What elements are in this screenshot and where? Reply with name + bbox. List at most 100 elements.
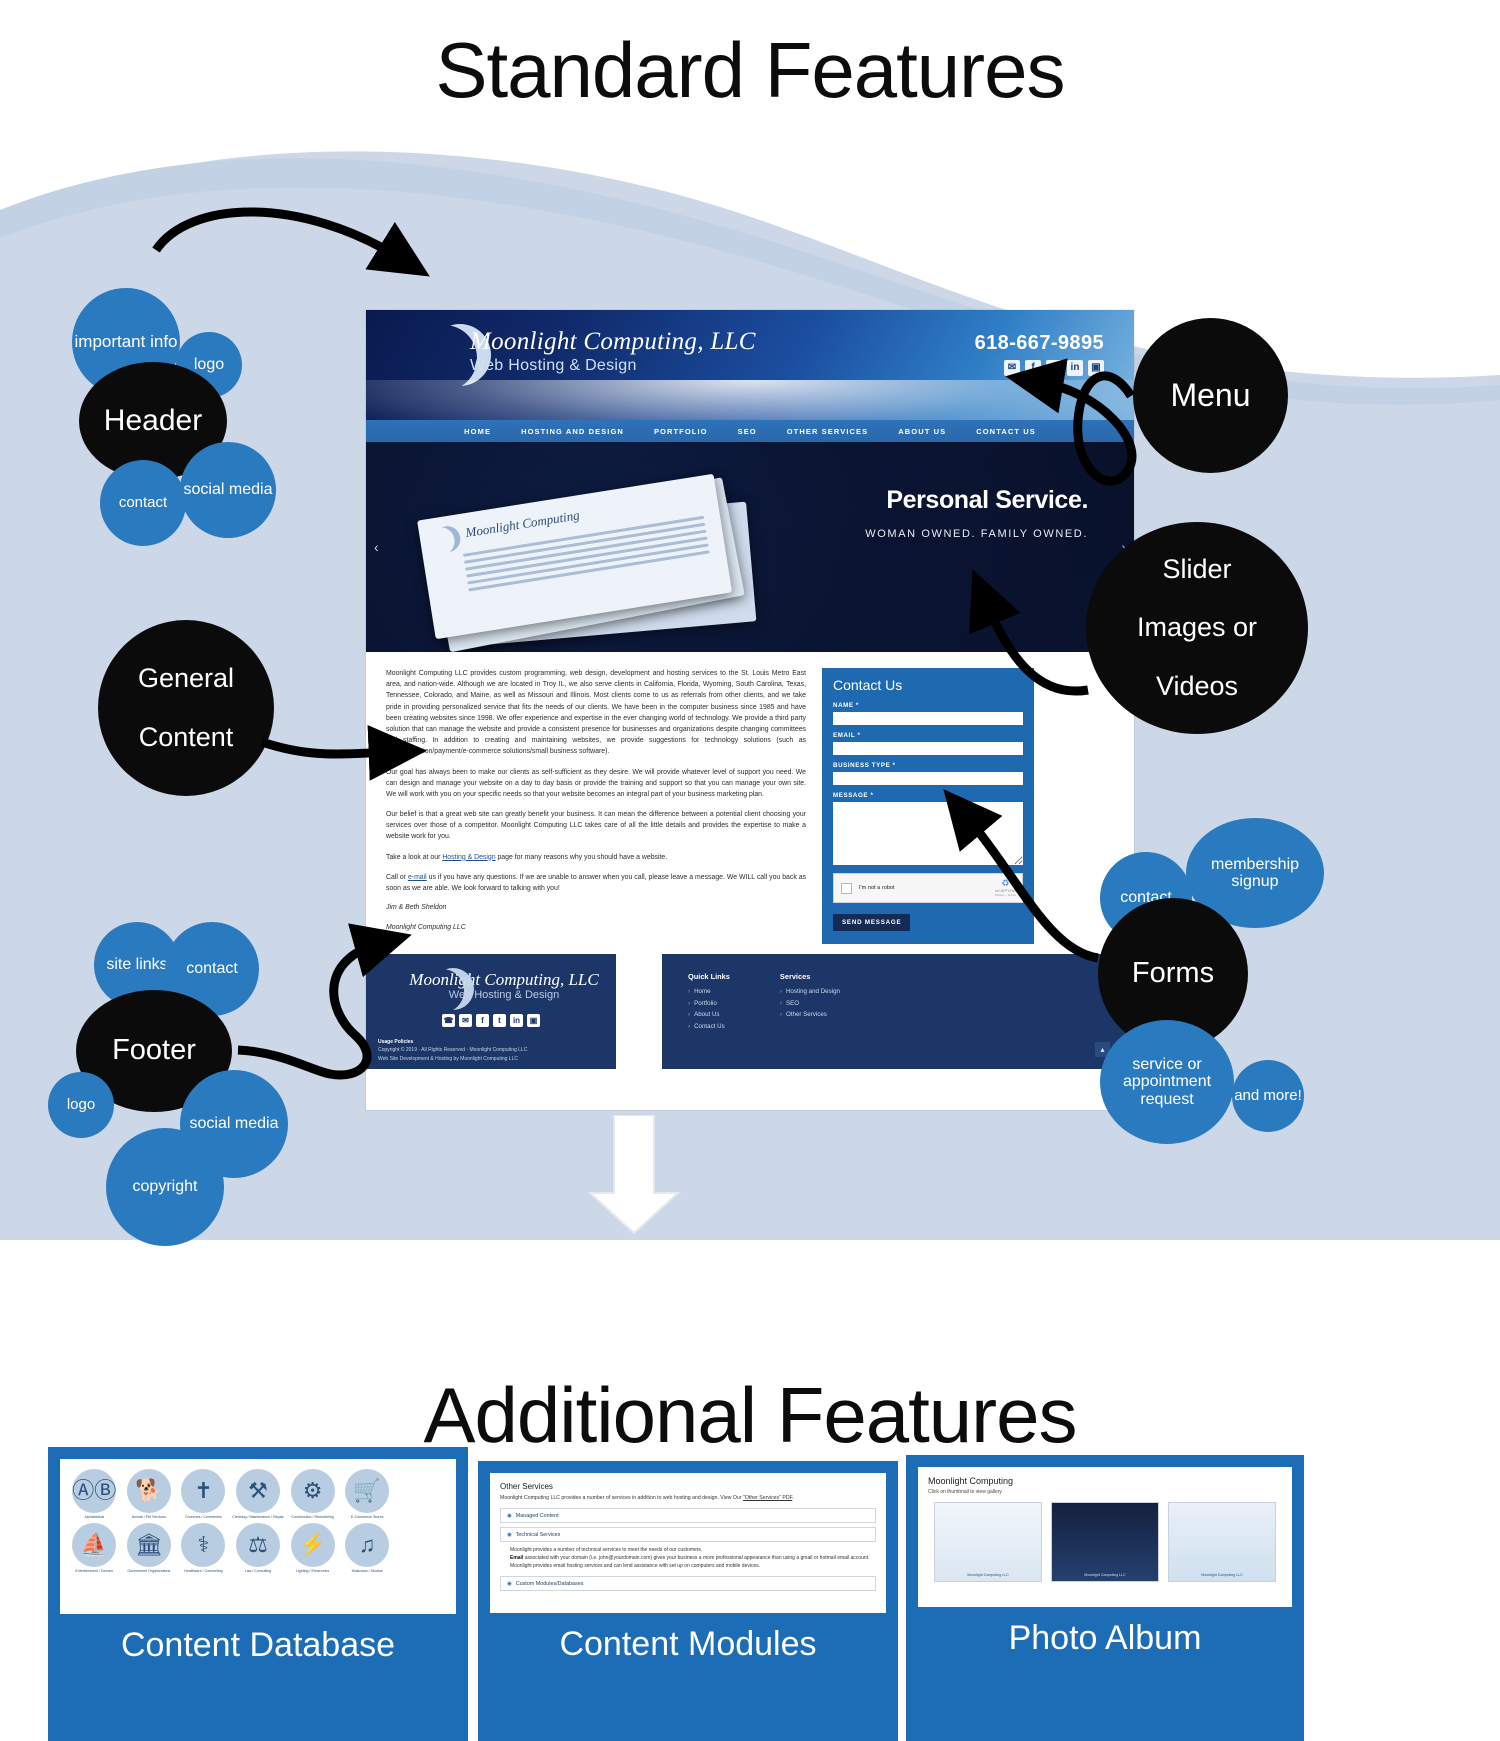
- send-message-button[interactable]: SEND MESSAGE: [833, 914, 911, 931]
- site-footer: Moonlight Computing, LLC Web Hosting & D…: [366, 954, 1134, 1069]
- business-type-input[interactable]: [833, 772, 1023, 785]
- icon-cell-churches-cemeteries[interactable]: ✝ Churches / Cemeteries: [177, 1469, 230, 1519]
- bubble-label: Footer: [112, 1034, 196, 1067]
- quick-link-about-us[interactable]: About Us: [688, 1011, 730, 1018]
- email-icon[interactable]: ✉: [459, 1014, 472, 1027]
- hosting-design-link[interactable]: Hosting & Design: [442, 854, 495, 861]
- icon-cell-entertainment-tourism[interactable]: ⛵ Entertainment / Tourism: [68, 1523, 121, 1573]
- linkedin-icon[interactable]: in: [1067, 360, 1083, 376]
- module-row-managed-content[interactable]: ◉ Managed Content: [500, 1508, 876, 1523]
- recaptcha-terms[interactable]: Privacy - Terms: [995, 893, 1016, 897]
- footer-links-block: Quick Links Home Portfolio About Us Cont…: [662, 954, 1134, 1069]
- facebook-icon[interactable]: f: [476, 1014, 489, 1027]
- facebook-icon[interactable]: f: [1025, 360, 1041, 376]
- icon-cell-musicians-studios[interactable]: ♫ Musicians / Studios: [341, 1523, 394, 1573]
- icon-cell-construction-remodeling[interactable]: ⚙ Construction / Remodeling: [286, 1469, 339, 1519]
- phone-icon[interactable]: ☎: [442, 1014, 455, 1027]
- recaptcha-checkbox[interactable]: [841, 882, 852, 894]
- icon-cell-ecommerce-stores[interactable]: 🛒 E-Commerce Stores: [341, 1469, 394, 1519]
- name-input[interactable]: [833, 712, 1023, 725]
- twitter-icon[interactable]: t: [1046, 360, 1062, 376]
- twitter-icon[interactable]: t: [493, 1014, 506, 1027]
- nav-item-other-services[interactable]: OTHER SERVICES: [787, 427, 869, 436]
- other-services-title: Other Services: [500, 1482, 553, 1491]
- icon-cell-government-organizations[interactable]: 🏛 Government Organizations: [123, 1523, 176, 1573]
- email-icon[interactable]: ✉: [1004, 360, 1020, 376]
- bubble-social-media: social media: [180, 442, 276, 538]
- bubble-label: and more!: [1234, 1086, 1302, 1104]
- brand-name: Moonlight Computing, LLC: [470, 328, 756, 355]
- feature-content-modules: Other Services Moonlight Computing LLC p…: [478, 1461, 898, 1741]
- services-title: Services: [779, 972, 811, 981]
- bubble-label: important info: [74, 331, 178, 351]
- other-services-pdf-link[interactable]: "Other Services" PDF: [743, 1495, 792, 1501]
- thumbnail-caption: Moonlight Computing LLC: [1201, 1573, 1243, 1577]
- photo-thumbnail-1[interactable]: Moonlight Computing LLC: [934, 1502, 1042, 1582]
- scales-icon: ⚖: [248, 1532, 268, 1557]
- usage-policies-link[interactable]: Usage Policies: [378, 1039, 413, 1045]
- name-label: NAME *: [833, 702, 859, 709]
- header-social-links[interactable]: ✉ f t in ▣: [1004, 360, 1104, 376]
- bubble-label-line2: Content: [138, 721, 234, 752]
- bullet-icon: ◉: [507, 1531, 512, 1538]
- nav-item-about-us[interactable]: ABOUT US: [898, 427, 946, 436]
- site-navigation[interactable]: HOME HOSTING AND DESIGN PORTFOLIO SEO OT…: [366, 420, 1134, 442]
- icon-label: Lighting / Electronics: [295, 1569, 330, 1573]
- paragraph-call: Call or e-mail us if you have any questi…: [386, 872, 806, 894]
- nav-item-seo[interactable]: SEO: [738, 427, 757, 436]
- icon-cell-animal-pet-services[interactable]: 🐕 Animal / Pet Services: [123, 1469, 176, 1519]
- icon-cell-alphabetical[interactable]: ⒶⒷ Alphabetical: [68, 1469, 121, 1519]
- quick-link-home[interactable]: Home: [688, 988, 730, 995]
- site-brand: Moonlight Computing, LLC Web Hosting & D…: [470, 328, 756, 375]
- bubble-menu: Menu: [1133, 318, 1288, 473]
- email-input[interactable]: [833, 742, 1023, 755]
- nav-item-contact-us[interactable]: CONTACT US: [976, 427, 1036, 436]
- tools-icon: ⚒: [248, 1478, 268, 1503]
- photo-album-title: Moonlight Computing: [928, 1476, 1014, 1486]
- bubble-and-more: and more!: [1232, 1060, 1304, 1132]
- icon-grid: ⒶⒷ Alphabetical 🐕 Animal / Pet Services …: [68, 1469, 448, 1573]
- footer-brand-block: Moonlight Computing, LLC Web Hosting & D…: [366, 954, 616, 1069]
- icon-label: Churches / Cemeteries: [185, 1515, 222, 1519]
- recaptcha-widget[interactable]: I'm not a robot ♻ reCAPTCHA Privacy - Te…: [833, 873, 1023, 903]
- bubble-general-content: General Content: [98, 620, 274, 796]
- email-link[interactable]: e-mail: [408, 874, 427, 881]
- photo-thumbnail-2[interactable]: Moonlight Computing LLC: [1051, 1502, 1159, 1582]
- nav-item-portfolio[interactable]: PORTFOLIO: [654, 427, 708, 436]
- bubble-label: copyright: [132, 1178, 198, 1196]
- linkedin-icon[interactable]: in: [510, 1014, 523, 1027]
- icon-cell-healthcare-counseling[interactable]: ⚕ Healthcare / Counseling: [177, 1523, 230, 1573]
- bubble-slider: Slider Images or Videos: [1086, 522, 1308, 734]
- icon-cell-lighting-electronics[interactable]: ⚡ Lighting / Electronics: [286, 1523, 339, 1573]
- service-seo[interactable]: SEO: [780, 1000, 840, 1007]
- bubble-label: Slider Images or Videos: [1137, 554, 1257, 701]
- module-row-custom-modules-databases[interactable]: ◉ Custom Modules/Databases: [500, 1576, 876, 1591]
- quick-link-contact-us[interactable]: Contact Us: [688, 1023, 730, 1030]
- page-title: Standard Features: [435, 26, 1065, 114]
- footer-services: Services Hosting and Design SEO Other Se…: [780, 972, 840, 1069]
- photo-thumbnail-3[interactable]: Moonlight Computing LLC: [1168, 1502, 1276, 1582]
- phone-number[interactable]: 618-667-9895: [975, 332, 1104, 355]
- bullet-icon: ◉: [507, 1580, 512, 1587]
- body-line-1: Moonlight provides a number of technical…: [510, 1547, 703, 1553]
- church-icon: ✝: [194, 1478, 213, 1503]
- service-other-services[interactable]: Other Services: [780, 1011, 840, 1018]
- quick-links-title: Quick Links: [688, 972, 730, 981]
- nav-item-home[interactable]: HOME: [464, 427, 491, 436]
- instagram-icon[interactable]: ▣: [527, 1014, 540, 1027]
- paragraph-1: Moonlight Computing LLC provides custom …: [386, 670, 806, 756]
- icon-cell-law-consulting[interactable]: ⚖ Law / Consulting: [232, 1523, 285, 1573]
- message-textarea[interactable]: [833, 802, 1023, 865]
- footer-social-links[interactable]: ☎ ✉ f t in ▣: [366, 1014, 616, 1027]
- take-a-look-pre: Take a look at our: [386, 853, 443, 861]
- module-row-technical-services[interactable]: ◉ Technical Services: [500, 1527, 876, 1542]
- nav-item-hosting-and-design[interactable]: HOSTING AND DESIGN: [521, 427, 624, 436]
- instagram-icon[interactable]: ▣: [1088, 360, 1104, 376]
- thumbnail-caption: Moonlight Computing LLC: [1084, 1573, 1126, 1577]
- slider-prev-arrow[interactable]: ‹: [374, 539, 379, 555]
- service-hosting-and-design[interactable]: Hosting and Design: [780, 988, 840, 995]
- icon-cell-cleaning-maintenance-repair[interactable]: ⚒ Cleaning / Maintenance / Repair: [232, 1469, 285, 1519]
- quick-link-portfolio[interactable]: Portfolio: [688, 1000, 730, 1007]
- infographic-page: Standard Features Additional Features Mo…: [0, 0, 1500, 1741]
- construction-icon: ⚙: [302, 1478, 323, 1503]
